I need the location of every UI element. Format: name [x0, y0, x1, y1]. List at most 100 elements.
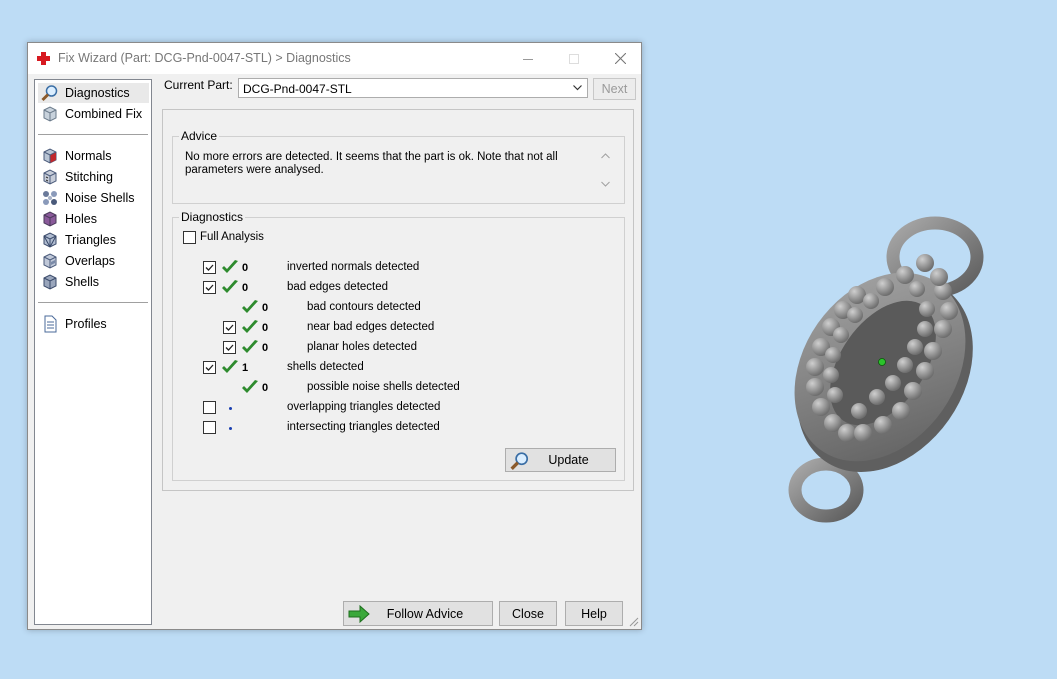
- help-button[interactable]: Help: [565, 601, 623, 626]
- update-button[interactable]: Update: [505, 448, 616, 472]
- stitching-cube-icon: [43, 169, 57, 185]
- row-label: shells detected: [287, 361, 364, 373]
- noise-shells-icon: [43, 191, 57, 205]
- help-button-label: Help: [581, 606, 607, 621]
- not-analysed-dot-icon: [229, 427, 232, 430]
- ok-check-icon: [242, 300, 258, 313]
- current-part-select[interactable]: DCG-Pnd-0047-STL: [238, 78, 588, 98]
- maximize-button[interactable]: [551, 43, 597, 74]
- row-label: near bad edges detected: [307, 321, 435, 333]
- sidebar-item-shells[interactable]: Shells: [38, 272, 149, 292]
- sidebar-item-label: Normals: [65, 149, 112, 163]
- normals-cube-icon: [43, 148, 57, 164]
- app-logo-icon: [37, 52, 50, 65]
- row-checkbox[interactable]: [223, 341, 236, 354]
- arrow-right-icon: [348, 605, 370, 623]
- ok-check-icon: [242, 320, 258, 333]
- fix-wizard-dialog: Fix Wizard (Part: DCG-Pnd-0047-STL) > Di…: [27, 42, 642, 630]
- row-count: 0: [262, 322, 269, 334]
- row-checkbox[interactable]: [203, 401, 216, 414]
- row-count: 0: [262, 382, 269, 394]
- ok-check-icon: [222, 260, 238, 273]
- ok-check-icon: [222, 280, 238, 293]
- sidebar-item-label: Shells: [65, 275, 100, 289]
- sidebar-divider: [38, 134, 148, 135]
- sidebar-item-label: Holes: [65, 212, 97, 226]
- row-count: 0: [242, 282, 249, 294]
- sidebar-item-normals[interactable]: Normals: [38, 146, 149, 166]
- wizard-sidebar: Diagnostics Combined Fix Normals Stitchi…: [34, 79, 152, 625]
- row-label: planar holes detected: [307, 341, 417, 353]
- row-count: 0: [242, 262, 249, 274]
- row-checkbox[interactable]: [223, 321, 236, 334]
- minimize-button[interactable]: [505, 43, 551, 74]
- next-button-label: Next: [601, 82, 628, 96]
- checkmark-icon: [205, 284, 214, 291]
- row-label: bad edges detected: [287, 281, 389, 293]
- diagnostics-panel: Advice No more errors are detected. It s…: [162, 109, 634, 491]
- row-count: 1: [242, 362, 249, 374]
- follow-advice-label: Follow Advice: [386, 606, 464, 621]
- diagnostics-group: Diagnostics Full Analysis 0 inverted nor…: [172, 210, 625, 481]
- cube-icon: [43, 106, 57, 122]
- sidebar-divider: [38, 302, 148, 303]
- row-label: possible noise shells detected: [307, 381, 460, 393]
- rotation-center-marker: [878, 358, 886, 366]
- row-label: bad contours detected: [307, 301, 421, 313]
- scroll-up-icon[interactable]: [601, 153, 610, 159]
- sidebar-item-profiles[interactable]: Profiles: [38, 314, 149, 334]
- sidebar-item-combined-fix[interactable]: Combined Fix: [38, 104, 149, 124]
- resize-grip-icon[interactable]: [629, 617, 639, 627]
- advice-text: No more errors are detected. It seems th…: [185, 151, 558, 176]
- not-analysed-dot-icon: [229, 407, 232, 410]
- checkmark-icon: [205, 264, 214, 271]
- close-button[interactable]: Close: [499, 601, 557, 626]
- full-analysis-checkbox[interactable]: [183, 231, 196, 244]
- minimize-icon: [523, 58, 533, 60]
- ok-check-icon: [242, 380, 258, 393]
- sidebar-item-noise-shells[interactable]: Noise Shells: [38, 188, 149, 208]
- sidebar-item-holes[interactable]: Holes: [38, 209, 149, 229]
- update-button-label: Update: [548, 453, 589, 467]
- sidebar-item-diagnostics[interactable]: Diagnostics: [38, 83, 149, 103]
- close-icon: [614, 53, 626, 64]
- sidebar-item-overlaps[interactable]: Overlaps: [38, 251, 149, 271]
- sidebar-item-stitching[interactable]: Stitching: [38, 167, 149, 187]
- row-label: overlapping triangles detected: [287, 401, 441, 413]
- next-button[interactable]: Next: [593, 78, 636, 100]
- sidebar-item-label: Noise Shells: [65, 191, 135, 205]
- row-checkbox[interactable]: [203, 281, 216, 294]
- sidebar-item-label: Triangles: [65, 233, 116, 247]
- current-part-value: DCG-Pnd-0047-STL: [243, 82, 352, 96]
- overlaps-cube-icon: [43, 253, 57, 269]
- chevron-down-icon: [573, 85, 582, 91]
- scroll-down-icon[interactable]: [601, 181, 610, 187]
- ok-check-icon: [222, 360, 238, 373]
- row-label: intersecting triangles detected: [287, 421, 440, 433]
- full-analysis-label: Full Analysis: [200, 231, 264, 243]
- title-bar[interactable]: Fix Wizard (Part: DCG-Pnd-0047-STL) > Di…: [28, 43, 641, 74]
- row-count: 0: [262, 342, 269, 354]
- sidebar-item-label: Overlaps: [65, 254, 116, 268]
- current-part-label: Current Part:: [164, 78, 233, 92]
- close-button-label: Close: [512, 606, 544, 621]
- maximize-icon: [569, 53, 579, 64]
- window-title: Fix Wizard (Part: DCG-Pnd-0047-STL) > Di…: [58, 51, 351, 65]
- magnifier-icon: [510, 452, 529, 470]
- sidebar-item-triangles[interactable]: Triangles: [38, 230, 149, 250]
- triangles-cube-icon: [43, 232, 57, 248]
- row-checkbox[interactable]: [203, 361, 216, 374]
- row-checkbox[interactable]: [203, 421, 216, 434]
- sidebar-item-label: Stitching: [65, 170, 113, 184]
- row-checkbox[interactable]: [203, 261, 216, 274]
- magnifier-icon: [41, 85, 58, 102]
- close-window-button[interactable]: [597, 43, 643, 74]
- follow-advice-button[interactable]: Follow Advice: [343, 601, 493, 626]
- sidebar-item-label: Combined Fix: [65, 107, 143, 121]
- sidebar-item-label: Diagnostics: [65, 86, 130, 100]
- sidebar-item-label: Profiles: [65, 317, 107, 331]
- pendant-3d-model[interactable]: [785, 215, 985, 525]
- holes-cube-icon: [43, 211, 57, 227]
- shells-cube-icon: [43, 274, 57, 290]
- ok-check-icon: [242, 340, 258, 353]
